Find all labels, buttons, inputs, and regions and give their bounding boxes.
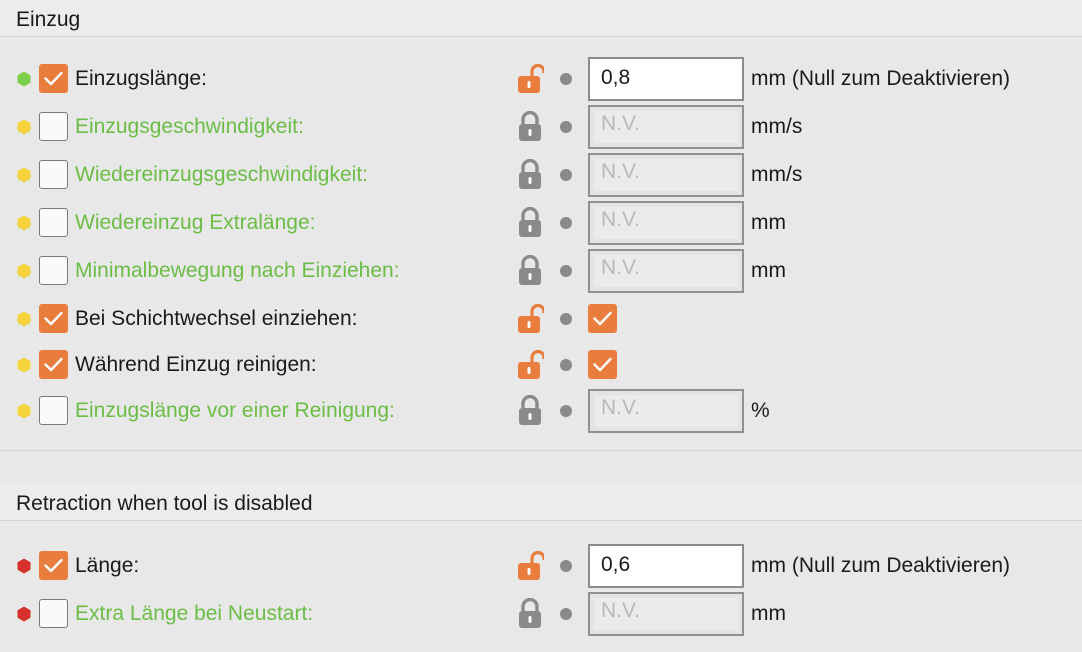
override-checkbox[interactable] bbox=[39, 64, 68, 93]
value-checkbox[interactable] bbox=[588, 304, 617, 333]
mode-hexagon-icon bbox=[16, 119, 32, 135]
setting-row: Während Einzug reinigen: bbox=[0, 341, 1082, 389]
mode-hexagon-icon bbox=[16, 167, 32, 183]
setting-label: Während Einzug reinigen: bbox=[75, 353, 317, 376]
unit-label: mm bbox=[751, 602, 786, 625]
setting-label: Einzugsgeschwindigkeit: bbox=[75, 115, 304, 138]
value-field[interactable]: N.V. bbox=[588, 389, 744, 433]
mode-hexagon-icon bbox=[16, 311, 32, 327]
locked-icon[interactable] bbox=[516, 597, 544, 630]
unlocked-icon[interactable] bbox=[516, 550, 546, 582]
locked-icon[interactable] bbox=[516, 254, 544, 287]
value-text: N.V. bbox=[601, 256, 640, 279]
group-body-einzug: Einzugslänge: 0,8 mm (Null zum Deaktiviere… bbox=[0, 37, 1082, 450]
setting-row: Einzugsgeschwindigkeit: N.V. mm/s bbox=[0, 103, 1082, 151]
mode-hexagon-icon bbox=[16, 403, 32, 419]
setting-label: Bei Schichtwechsel einziehen: bbox=[75, 307, 358, 330]
mode-hexagon-icon bbox=[16, 606, 32, 622]
setting-row: Extra Länge bei Neustart: N.V. mm bbox=[0, 590, 1082, 638]
mode-hexagon-icon bbox=[16, 215, 32, 231]
mode-hexagon-icon bbox=[16, 263, 32, 279]
setting-label: Wiedereinzugsgeschwindigkeit: bbox=[75, 163, 368, 186]
mode-hexagon-icon bbox=[16, 357, 32, 373]
setting-row: Minimalbewegung nach Einziehen: N.V. mm bbox=[0, 247, 1082, 295]
group-title: Retraction when tool is disabled bbox=[16, 492, 313, 515]
reset-dot-icon[interactable] bbox=[560, 265, 572, 277]
setting-row: Einzugslänge: 0,8 mm (Null zum Deaktiviere… bbox=[0, 55, 1082, 103]
unlocked-icon[interactable] bbox=[516, 349, 546, 381]
override-checkbox[interactable] bbox=[39, 551, 68, 580]
locked-icon[interactable] bbox=[516, 394, 544, 427]
group-title: Einzug bbox=[16, 8, 81, 31]
locked-icon[interactable] bbox=[516, 110, 544, 143]
value-text: N.V. bbox=[601, 396, 640, 419]
override-checkbox[interactable] bbox=[39, 112, 68, 141]
setting-row: Wiedereinzug Extralänge: N.V. mm bbox=[0, 199, 1082, 247]
value-field[interactable]: 0,8 bbox=[588, 57, 744, 101]
value-field[interactable]: N.V. bbox=[588, 201, 744, 245]
value-field[interactable]: 0,6 bbox=[588, 544, 744, 588]
reset-dot-icon[interactable] bbox=[560, 405, 572, 417]
reset-dot-icon[interactable] bbox=[560, 121, 572, 133]
group-header-retraction-disabled: Retraction when tool is disabled bbox=[0, 484, 1082, 521]
reset-dot-icon[interactable] bbox=[560, 560, 572, 572]
setting-label: Einzugslänge vor einer Reinigung: bbox=[75, 399, 395, 422]
unit-label: mm (Null zum Deaktivieren) bbox=[751, 554, 1011, 577]
setting-label: Extra Länge bei Neustart: bbox=[75, 602, 314, 625]
setting-row: Länge: 0,6 mm (Null zum Deaktivieren) bbox=[0, 542, 1082, 590]
value-field[interactable]: N.V. bbox=[588, 153, 744, 197]
locked-icon[interactable] bbox=[516, 158, 544, 191]
value-checkbox[interactable] bbox=[588, 350, 617, 379]
unit-label: % bbox=[751, 399, 770, 422]
group-body-retraction-disabled: Länge: 0,6 mm (Null zum Deaktivieren) Extra… bbox=[0, 521, 1082, 652]
setting-label: Minimalbewegung nach Einziehen: bbox=[75, 259, 400, 282]
unit-label: mm bbox=[751, 259, 786, 282]
value-field[interactable]: N.V. bbox=[588, 105, 744, 149]
unlocked-icon[interactable] bbox=[516, 303, 546, 335]
unit-label: mm/s bbox=[751, 115, 803, 138]
override-checkbox[interactable] bbox=[39, 256, 68, 285]
value-text: N.V. bbox=[601, 599, 640, 622]
unit-label: mm (Null zum Deaktivieren) bbox=[751, 67, 1011, 90]
reset-dot-icon[interactable] bbox=[560, 73, 572, 85]
setting-label: Länge: bbox=[75, 554, 140, 577]
mode-hexagon-icon bbox=[16, 558, 32, 574]
setting-label: Einzugslänge: bbox=[75, 67, 207, 90]
setting-label: Wiedereinzug Extralänge: bbox=[75, 211, 316, 234]
group-separator bbox=[0, 450, 1082, 451]
value-field[interactable]: N.V. bbox=[588, 592, 744, 636]
unit-label: mm bbox=[751, 211, 786, 234]
setting-row: Bei Schichtwechsel einziehen: bbox=[0, 295, 1082, 343]
group-header-einzug: Einzug bbox=[0, 0, 1082, 37]
override-checkbox[interactable] bbox=[39, 599, 68, 628]
reset-dot-icon[interactable] bbox=[560, 313, 572, 325]
override-checkbox[interactable] bbox=[39, 160, 68, 189]
override-checkbox[interactable] bbox=[39, 304, 68, 333]
setting-row: Einzugslänge vor einer Reinigung: N.V.% bbox=[0, 387, 1082, 435]
override-checkbox[interactable] bbox=[39, 350, 68, 379]
value-field[interactable]: N.V. bbox=[588, 249, 744, 293]
reset-dot-icon[interactable] bbox=[560, 169, 572, 181]
mode-hexagon-icon bbox=[16, 71, 32, 87]
override-checkbox[interactable] bbox=[39, 396, 68, 425]
value-text: 0,8 bbox=[601, 66, 631, 89]
setting-row: Wiedereinzugsgeschwindigkeit: N.V. mm/s bbox=[0, 151, 1082, 199]
value-text: 0,6 bbox=[601, 553, 631, 576]
unit-label: mm/s bbox=[751, 163, 803, 186]
value-text: N.V. bbox=[601, 160, 640, 183]
locked-icon[interactable] bbox=[516, 206, 544, 239]
value-text: N.V. bbox=[601, 208, 640, 231]
reset-dot-icon[interactable] bbox=[560, 359, 572, 371]
reset-dot-icon[interactable] bbox=[560, 217, 572, 229]
value-text: N.V. bbox=[601, 112, 640, 135]
reset-dot-icon[interactable] bbox=[560, 608, 572, 620]
unlocked-icon[interactable] bbox=[516, 63, 546, 95]
override-checkbox[interactable] bbox=[39, 208, 68, 237]
